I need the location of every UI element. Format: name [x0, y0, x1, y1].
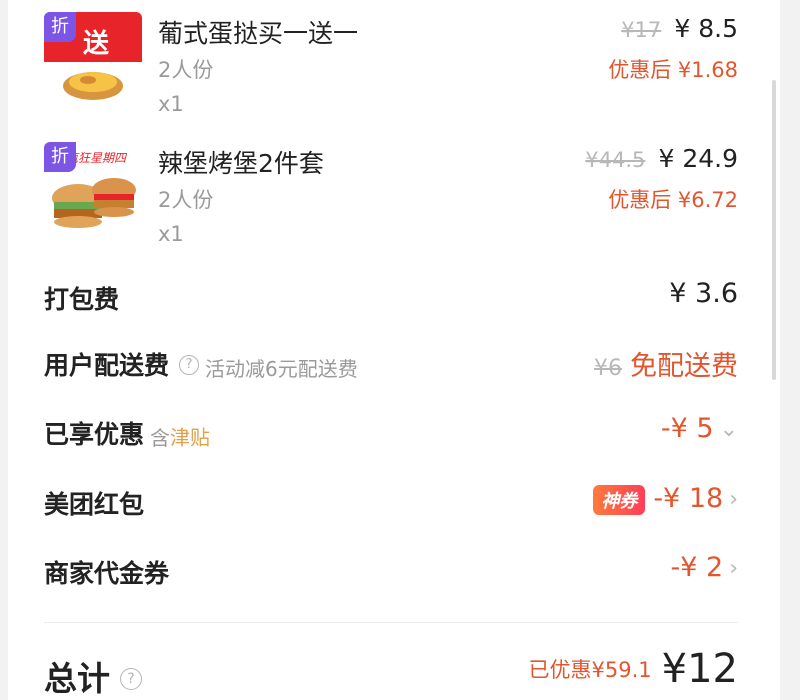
delivery-fee-note: 活动减6元配送费 — [205, 356, 358, 381]
original-price: ¥44.5 — [585, 148, 646, 172]
delivery-fee-label: 用户配送费 — [44, 351, 170, 380]
delivery-fee-values: ¥6 免配送费 — [594, 344, 738, 383]
current-price: ¥ 8.5 — [674, 14, 738, 43]
chevron-right-icon[interactable]: › — [729, 487, 738, 512]
discount-note-prefix: 含 — [150, 425, 171, 450]
product-spec: 2人份 — [158, 188, 214, 212]
super-coupon-tag: 神券 — [593, 484, 646, 515]
discount-label-group: 已享优惠 含津贴 — [44, 415, 210, 451]
discount-label: 已享优惠 — [44, 420, 145, 449]
delivery-fee-label-group: 用户配送费? 活动减6元配送费 — [44, 346, 358, 382]
help-icon[interactable]: ? — [120, 667, 142, 690]
product-name: 葡式蛋挞买一送一 — [158, 19, 359, 48]
free-delivery-text: 免配送费 — [630, 351, 738, 382]
product-row[interactable]: 疯狂星期四 折 辣堡烤堡2件套 2人份 x1 ¥44.5 ¥ 24.9 优惠后 … — [8, 130, 780, 260]
total-saved: 已优惠¥59.1 — [528, 658, 652, 682]
current-price: ¥ 24.9 — [658, 144, 738, 173]
total-label-group: 总计? — [44, 652, 142, 700]
red-packet-label: 美团红包 — [44, 490, 145, 519]
voucher-label: 商家代金券 — [44, 559, 170, 588]
help-icon[interactable]: ? — [179, 355, 200, 375]
total-label: 总计 — [44, 659, 110, 698]
red-packet-row[interactable]: 美团红包 神券 -¥ 18 › — [8, 473, 780, 533]
packing-fee-row: 打包费 ¥ 3.6 — [8, 268, 780, 328]
voucher-value-group: -¥ 2 › — [671, 552, 739, 583]
product-image: 送 折 — [44, 12, 142, 110]
discount-badge: 折 — [44, 142, 76, 172]
subsidy-highlight: 津贴 — [170, 425, 211, 450]
chevron-right-icon[interactable]: › — [729, 556, 738, 581]
product-row[interactable]: 送 折 葡式蛋挞买一送一 2人份 x1 ¥17 ¥ 8.5 优惠后 ¥1.68 — [8, 0, 780, 130]
voucher-row[interactable]: 商家代金券 -¥ 2 › — [8, 542, 780, 602]
product-prices: ¥17 ¥ 8.5 — [621, 14, 738, 43]
order-summary-card: 送 折 葡式蛋挞买一送一 2人份 x1 ¥17 ¥ 8.5 优惠后 ¥1.68 … — [8, 0, 780, 700]
after-discount-price: 优惠后 ¥6.72 — [608, 188, 738, 212]
original-price: ¥17 — [621, 18, 662, 42]
product-image: 疯狂星期四 折 — [44, 142, 142, 240]
product-prices: ¥44.5 ¥ 24.9 — [585, 144, 738, 173]
product-image-text: 送 — [83, 29, 109, 59]
divider — [44, 622, 738, 623]
product-spec: 2人份 — [158, 58, 214, 82]
packing-fee-value: ¥ 3.6 — [669, 278, 738, 309]
discount-value-group: -¥ 5 ⌄ — [661, 413, 738, 444]
product-quantity: x1 — [158, 92, 184, 116]
discount-row[interactable]: 已享优惠 含津贴 -¥ 5 ⌄ — [8, 403, 780, 463]
red-packet-value-group: 神券 -¥ 18 › — [593, 483, 738, 515]
delivery-original-fee: ¥6 — [594, 356, 622, 381]
total-value-group: 已优惠¥59.1 ¥12 — [529, 646, 738, 692]
discount-value: -¥ 5 — [660, 413, 714, 444]
product-quantity: x1 — [158, 222, 184, 246]
product-name: 辣堡烤堡2件套 — [158, 149, 324, 178]
packing-fee-label: 打包费 — [44, 285, 120, 314]
delivery-fee-row: 用户配送费? 活动减6元配送费 ¥6 免配送费 — [8, 334, 780, 394]
after-discount-price: 优惠后 ¥1.68 — [608, 58, 738, 82]
chevron-down-icon[interactable]: ⌄ — [720, 417, 738, 442]
voucher-value: -¥ 2 — [670, 552, 724, 583]
total-value: ¥12 — [661, 646, 738, 692]
discount-badge: 折 — [44, 12, 76, 42]
red-packet-value: -¥ 18 — [653, 483, 724, 514]
